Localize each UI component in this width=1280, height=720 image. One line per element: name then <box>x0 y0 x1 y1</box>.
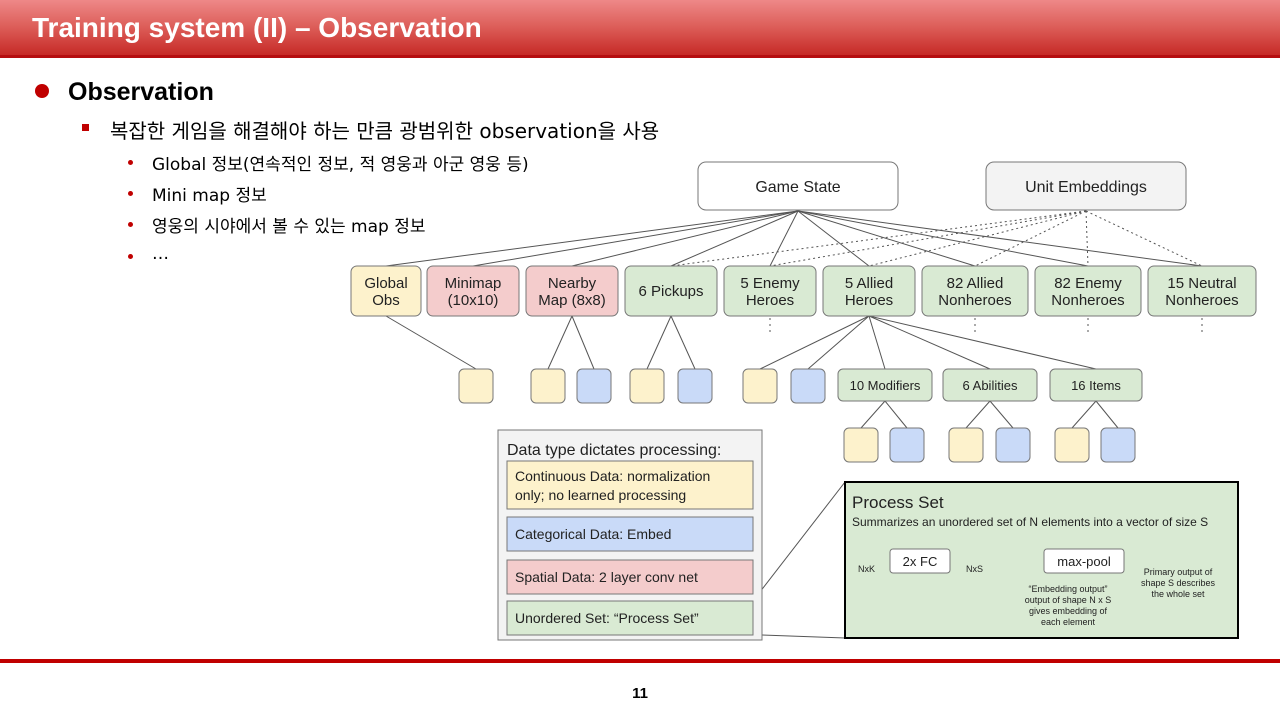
edge-game-state <box>769 210 799 267</box>
embedding-note: output of shape N x S <box>1025 595 1112 605</box>
category-label: 5 Enemy <box>740 275 800 292</box>
category-label: (10x10) <box>448 292 499 309</box>
category-label: 6 Pickups <box>638 283 703 300</box>
diagram-nodes <box>350 161 1257 641</box>
category-label: 15 Neutral <box>1167 275 1236 292</box>
observation-diagram: Game State Unit Embeddings GlobalObs Minima… <box>350 161 1257 641</box>
edge-nearby <box>547 315 573 370</box>
edge-subset <box>965 400 991 429</box>
category-label: Nonheroes <box>938 292 1011 309</box>
leaf-yellow <box>948 427 984 463</box>
primary-note: Primary output of <box>1144 567 1213 577</box>
edge-pickups <box>646 315 672 370</box>
category-label: 5 Allied <box>845 275 893 292</box>
leaf-blue <box>889 427 925 463</box>
legend-item-label: only; no learned processing <box>515 487 686 503</box>
page-number: 11 <box>632 685 648 702</box>
edge-game-state <box>797 210 976 267</box>
leaf-yellow <box>1054 427 1090 463</box>
embedding-note: “Embedding output” <box>1028 584 1107 594</box>
leaf-blue <box>576 368 612 404</box>
root-label: Unit Embeddings <box>1025 179 1147 196</box>
embedding-note: each element <box>1041 617 1096 627</box>
edge-allied-heroes <box>868 315 1097 370</box>
category-label: 82 Enemy <box>1054 275 1122 292</box>
edge-game-state <box>385 210 799 267</box>
edge-subset <box>884 400 908 429</box>
leaf-blue <box>790 368 826 404</box>
edge-allied-heroes <box>807 315 870 370</box>
edge-unit-embeddings <box>769 210 1087 267</box>
connector-line <box>752 481 846 602</box>
edge-subset <box>989 400 1014 429</box>
leaf-blue <box>677 368 713 404</box>
process-set-subtitle: Summarizes an unordered set of N element… <box>852 515 1208 529</box>
leaf-blue <box>1100 427 1136 463</box>
edge-unit-embeddings <box>868 210 1087 267</box>
subset-label: 16 Items <box>1071 378 1121 393</box>
process-set-title: Process Set <box>852 493 944 512</box>
category-label: Heroes <box>845 292 893 309</box>
category-label: Nonheroes <box>1165 292 1238 309</box>
edge-allied-heroes <box>868 315 991 370</box>
edge-subset <box>1095 400 1119 429</box>
edge-game-state <box>571 210 799 267</box>
category-label: Global <box>364 275 407 292</box>
leaf-yellow <box>629 368 665 404</box>
edge-global <box>385 315 477 370</box>
category-label: Obs <box>372 292 400 309</box>
edge-subset <box>860 400 886 429</box>
maxpool-label: max-pool <box>1057 554 1111 569</box>
flow-label-input: NxK <box>858 564 875 574</box>
bottom-rule <box>0 659 1280 663</box>
legend-item-label: Continuous Data: normalization <box>515 468 710 484</box>
embedding-note: gives embedding of <box>1029 606 1108 616</box>
primary-note: shape S describes <box>1141 578 1216 588</box>
subset-label: 10 Modifiers <box>850 378 921 393</box>
category-label: Nearby <box>548 275 597 292</box>
legend-item-label: Categorical Data: Embed <box>515 526 671 542</box>
category-label: Map (8x8) <box>538 292 606 309</box>
category-label: Minimap <box>445 275 502 292</box>
connector-line <box>761 634 846 639</box>
root-label: Game State <box>755 179 840 196</box>
category-label: Nonheroes <box>1051 292 1124 309</box>
category-label: 82 Allied <box>947 275 1004 292</box>
leaf-yellow <box>530 368 566 404</box>
edge-game-state <box>472 210 799 267</box>
flow-label-mid: NxS <box>966 564 983 574</box>
leaf-yellow <box>742 368 778 404</box>
primary-note: the whole set <box>1151 589 1205 599</box>
fc-label: 2x FC <box>903 554 938 569</box>
edge-unit-embeddings <box>974 210 1087 267</box>
edge-unit-embeddings <box>1085 210 1089 267</box>
subset-label: 6 Abilities <box>963 378 1018 393</box>
category-label: Heroes <box>746 292 794 309</box>
legend-item-label: Unordered Set: “Process Set” <box>515 610 699 626</box>
edge-game-state <box>797 210 1089 267</box>
edge-subset <box>1071 400 1097 429</box>
legend-title: Data type dictates processing: <box>507 442 721 459</box>
leaf-yellow <box>843 427 879 463</box>
edge-allied-heroes <box>759 315 870 370</box>
edge-allied-heroes <box>868 315 886 370</box>
edge-nearby <box>571 315 595 370</box>
leaf-blue <box>995 427 1031 463</box>
legend-item-label: Spatial Data: 2 layer conv net <box>515 569 698 585</box>
leaf-yellow <box>458 368 494 404</box>
edge-pickups <box>670 315 696 370</box>
